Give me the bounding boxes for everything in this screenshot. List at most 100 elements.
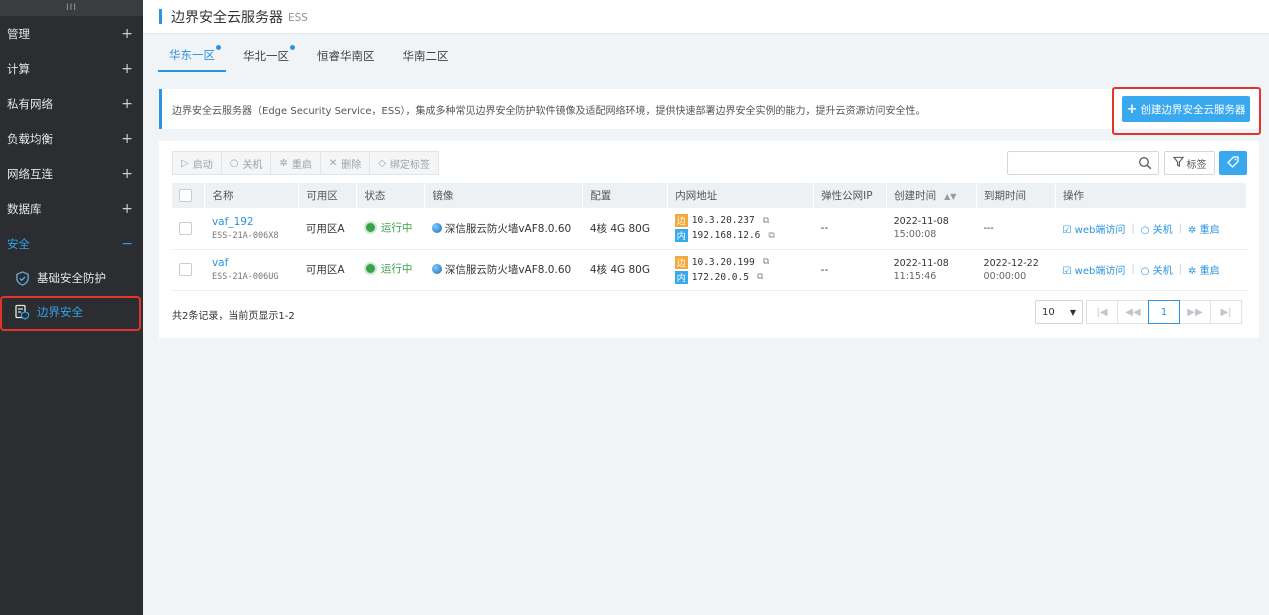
select-all-cell (172, 183, 206, 208)
tag-icon (1227, 155, 1239, 171)
prev-page-button[interactable]: ◀◀ (1117, 300, 1149, 324)
created-time: 2022-11-08 11:15:46 (894, 257, 977, 283)
sidebar-item-management[interactable]: 管理 + (0, 16, 143, 51)
search-icon[interactable] (1138, 156, 1152, 170)
prev-page-icon: ◀◀ (1125, 306, 1141, 318)
search-input[interactable] (1007, 151, 1159, 175)
sidebar-item-load-balancing[interactable]: 负载均衡 + (0, 121, 143, 156)
edge-ip-badge: 边 (674, 214, 688, 228)
row-restart-button[interactable]: ✲ 重启 (1188, 221, 1220, 236)
web-access-button[interactable]: ☑ web端访问 (1063, 262, 1126, 277)
sidebar-subitem-basic-protection[interactable]: 基础安全防护 (0, 261, 143, 295)
sort-icon[interactable]: ▲▼ (944, 192, 956, 201)
page-size-value: 10 (1042, 306, 1055, 318)
select-all-checkbox[interactable] (179, 189, 192, 202)
first-page-icon: |◀ (1096, 306, 1108, 318)
caret-down-icon: ▼ (1069, 307, 1076, 317)
action-divider: | (1131, 222, 1135, 234)
column-header: 到期时间 (976, 183, 1056, 208)
row-stop-button[interactable]: ○ 关机 (1141, 221, 1173, 236)
tag-icon: ◇ (378, 157, 386, 169)
copy-icon[interactable]: ⧉ (763, 216, 769, 226)
row-stop-button[interactable]: ○ 关机 (1141, 262, 1173, 277)
page-header: 边界安全云服务器 ESS (143, 0, 1269, 34)
tab-east-china-1[interactable]: 华东一区 (158, 40, 226, 72)
sidebar-item-label: 负载均衡 (7, 131, 53, 146)
action-label: 重启 (1199, 224, 1220, 236)
web-access-button[interactable]: ☑ web端访问 (1063, 221, 1126, 236)
action-label: web端访问 (1074, 224, 1126, 236)
sidebar-item-database[interactable]: 数据库 + (0, 191, 143, 226)
sidebar-subitem-edge-security[interactable]: 边界安全 (0, 295, 143, 331)
sidebar-item-security[interactable]: 安全 − (0, 226, 143, 261)
created-time: 2022-11-08 15:00:08 (894, 215, 977, 241)
create-ess-button[interactable]: + 创建边界安全云服务器 (1122, 96, 1250, 122)
column-header: 名称 (204, 183, 300, 208)
column-header-created[interactable]: 创建时间 ▲▼ (886, 183, 978, 208)
expire-date: 2022-12-22 (983, 257, 1039, 269)
page-subtitle: ESS (288, 11, 308, 24)
row-actions: ☑ web端访问 | ○ 关机 | ✲ 重启 (1063, 221, 1247, 236)
row-checkbox[interactable] (179, 221, 192, 235)
action-label: 关机 (1152, 224, 1173, 236)
row-restart-button[interactable]: ✲ 重启 (1188, 262, 1220, 277)
action-label: 关机 (1152, 266, 1173, 277)
status-badge: 运行中 (363, 261, 412, 276)
instance-name-link[interactable]: vaf (212, 257, 299, 269)
expire-time: 2022-12-22 00:00:00 (984, 257, 1056, 283)
copy-icon[interactable]: ⧉ (757, 272, 763, 282)
tab-north-china-1[interactable]: 华北一区 (232, 40, 300, 72)
internal-ip: 192.168.12.6 (691, 230, 761, 242)
sidebar-item-label: 数据库 (7, 201, 42, 216)
restart-button[interactable]: ✲ 重启 (271, 152, 321, 174)
sidebar-item-interconnect[interactable]: 网络互连 + (0, 156, 143, 191)
page-number-button[interactable]: 1 (1148, 300, 1180, 324)
edge-ip-line: 边 10.3.20.199 ⧉ (674, 255, 814, 270)
first-page-button[interactable]: |◀ (1086, 300, 1118, 324)
start-button[interactable]: ▷ 启动 (173, 152, 222, 174)
column-header: 弹性公网IP (813, 183, 888, 208)
stop-button[interactable]: ○ 关机 (222, 152, 272, 174)
column-header: 操作 (1055, 183, 1247, 208)
sidebar-item-vpc[interactable]: 私有网络 + (0, 86, 143, 121)
config-cell: 4核 4G 80G (582, 208, 668, 250)
pagination: 10 ▼ |◀ ◀◀ 1 ▶▶ ▶| (1035, 300, 1242, 324)
tab-south-china-2[interactable]: 华南二区 (392, 40, 460, 72)
tab-hengrui-south-china[interactable]: 恒睿华南区 (306, 40, 386, 72)
instance-name-link[interactable]: vaf_192 (212, 216, 299, 228)
column-header: 内网地址 (667, 183, 815, 208)
delete-button[interactable]: ✕ 删除 (321, 152, 371, 174)
sidebar-collapse-handle[interactable]: III (0, 0, 143, 16)
description-text: 边界安全云服务器（Edge Security Service，ESS），集成多种… (172, 105, 926, 117)
tag-filter-button[interactable]: 标签 (1164, 151, 1215, 175)
action-divider: | (1131, 264, 1135, 275)
instance-id: ESS-21A-006X8 (211, 230, 279, 241)
table-header-row: 名称 可用区 状态 镜像 配置 内网地址 弹性公网IP 创建时间 ▲▼ 到期时间 … (172, 183, 1247, 208)
page-title: 边界安全云服务器 (171, 9, 283, 26)
running-status-icon (363, 262, 377, 275)
button-label: 关机 (242, 159, 263, 171)
page-size-select[interactable]: 10 ▼ (1035, 300, 1083, 324)
status-badge: 运行中 (363, 220, 412, 235)
next-page-button[interactable]: ▶▶ (1179, 300, 1211, 324)
expire-time: --- (984, 222, 1056, 235)
expand-icon: + (121, 165, 133, 182)
created-date: 2022-11-08 (893, 216, 949, 228)
expand-icon: + (121, 95, 133, 112)
tag-manage-button[interactable] (1219, 151, 1247, 175)
shield-icon (14, 270, 30, 286)
title-accent-bar (159, 9, 162, 24)
image-name: 深信服云防火墙vAF8.0.60 (444, 264, 572, 276)
copy-icon[interactable]: ⧉ (768, 231, 774, 241)
row-checkbox[interactable] (179, 263, 192, 276)
button-label: 绑定标签 (389, 159, 430, 171)
bind-tag-button[interactable]: ◇ 绑定标签 (370, 152, 438, 174)
filter-icon (1172, 156, 1184, 170)
sidebar-item-compute[interactable]: 计算 + (0, 51, 143, 86)
tab-label: 华北一区 (243, 49, 289, 63)
last-page-button[interactable]: ▶| (1210, 300, 1242, 324)
config-cell: 4核 4G 80G (582, 249, 668, 291)
button-label: 标签 (1186, 159, 1207, 171)
column-header: 可用区 (298, 183, 358, 208)
copy-icon[interactable]: ⧉ (763, 257, 769, 267)
